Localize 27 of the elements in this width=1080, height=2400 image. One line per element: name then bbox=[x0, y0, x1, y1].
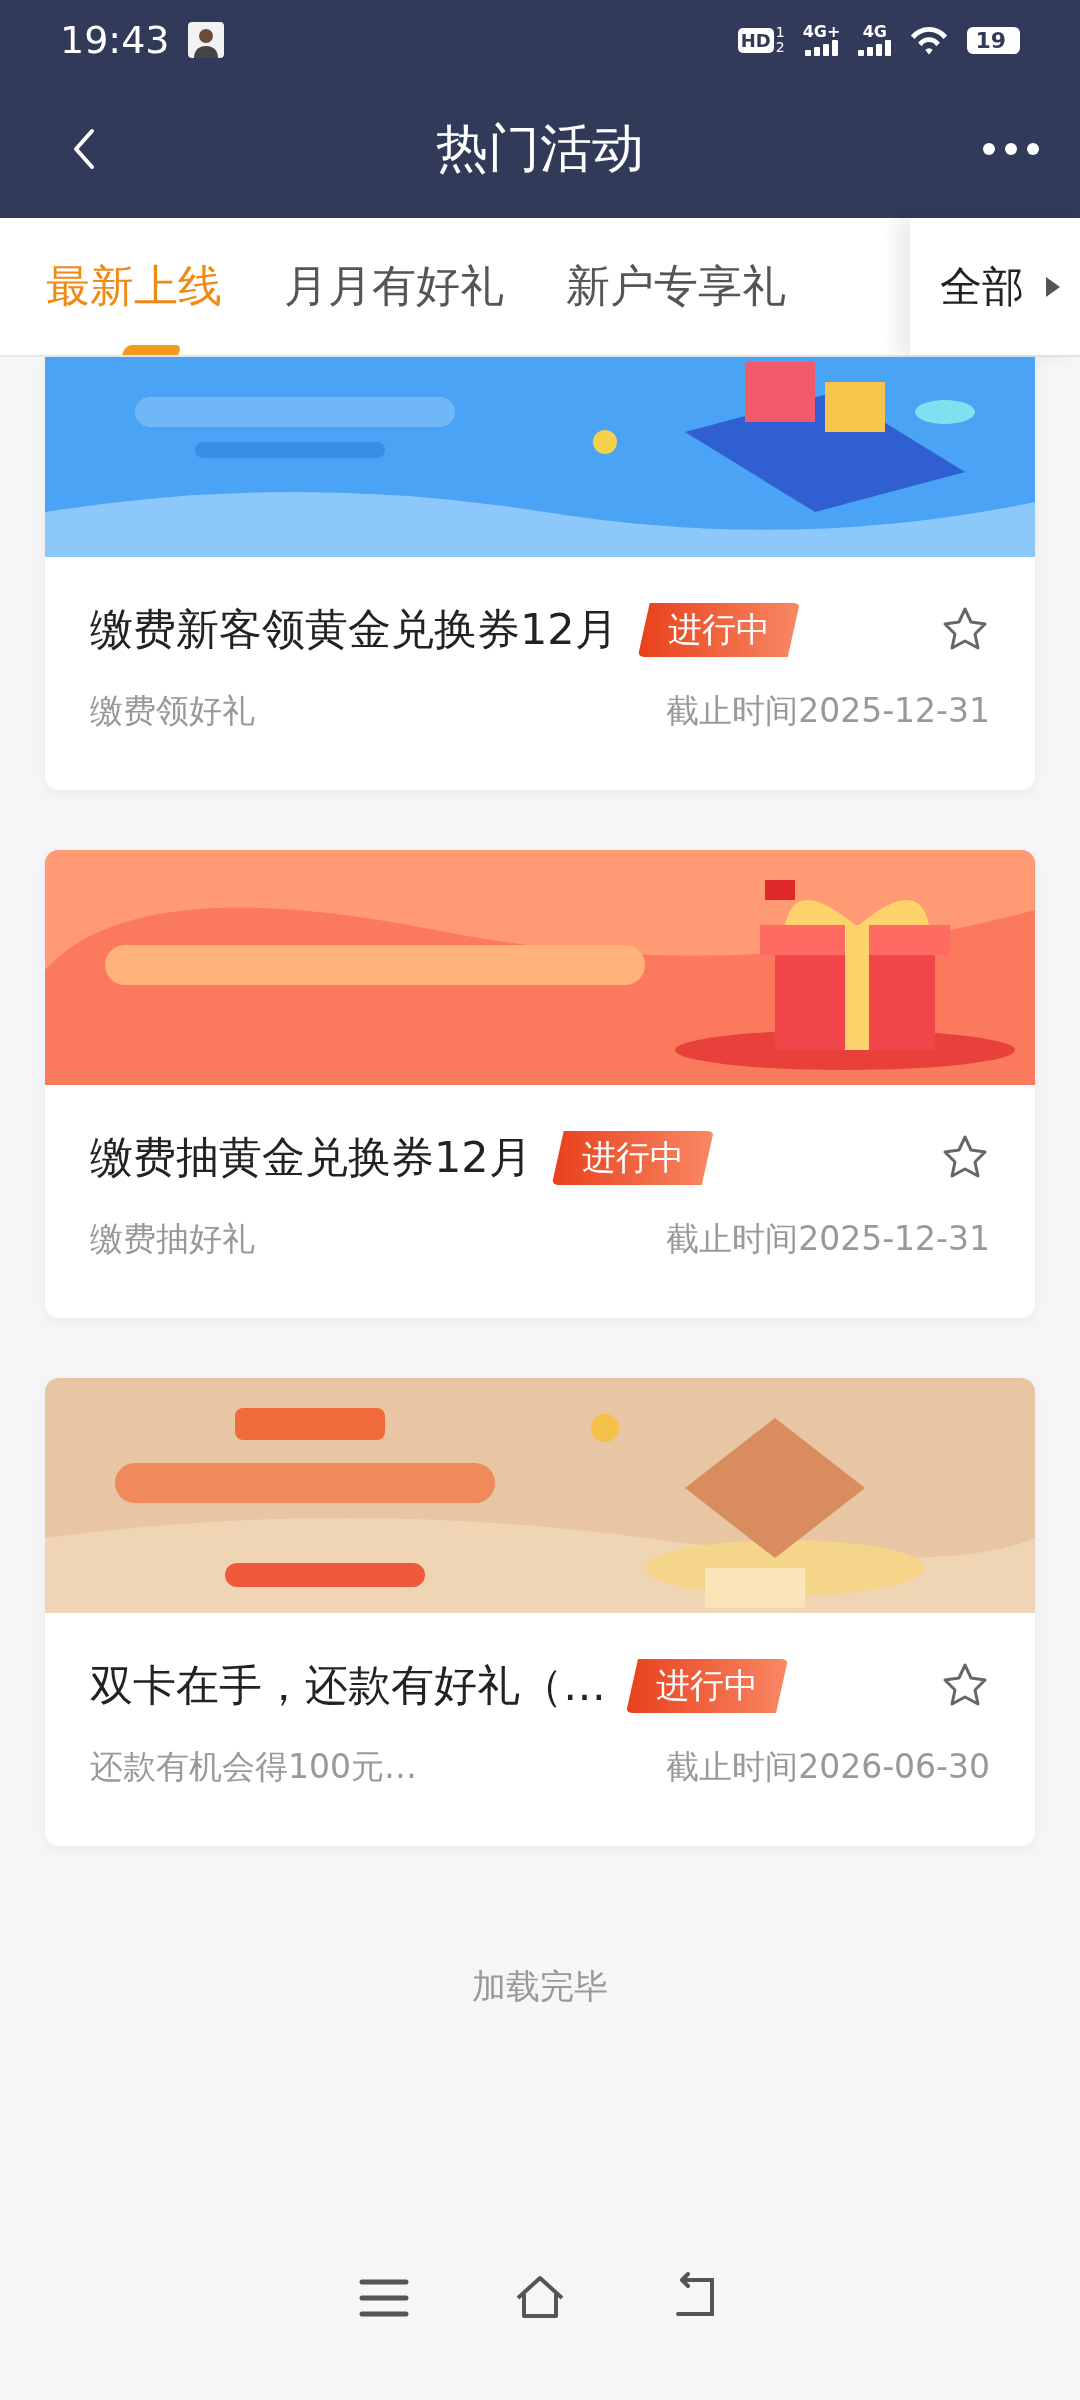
network-label: 4G+ bbox=[802, 24, 841, 40]
all-tab[interactable]: 全部 bbox=[910, 218, 1080, 355]
deadline: 截止时间2025-12-31 bbox=[666, 1218, 990, 1260]
activity-card[interactable]: 缴费抽黄金兑换券12月 进行中 缴费抽好礼 截止时间2025-12-31 bbox=[45, 850, 1035, 1318]
activity-subtitle: 缴费领好礼 bbox=[90, 690, 255, 732]
status-badge: 进行中 bbox=[637, 603, 800, 657]
status-time: 19:43 bbox=[60, 18, 170, 62]
activity-subtitle: 还款有机会得100元… bbox=[90, 1746, 417, 1788]
activity-title: 缴费新客领黄金兑换券12月 bbox=[90, 603, 618, 656]
status-badge: 进行中 bbox=[551, 1131, 714, 1185]
status-badge: 进行中 bbox=[626, 1659, 788, 1713]
network-label: 4G bbox=[862, 24, 887, 40]
activity-card[interactable]: 双卡在手，还款有好礼（… 进行中 还款有机会得100元… 截止时间2026-06-30 bbox=[45, 1378, 1035, 1846]
sim-label: 2 bbox=[775, 40, 785, 55]
battery-icon: 19 bbox=[967, 26, 1020, 54]
sim-label: 1 bbox=[775, 25, 785, 40]
page-title: 热门活动 bbox=[435, 117, 645, 180]
hd-label: HD bbox=[737, 27, 774, 53]
activity-card[interactable]: 缴费新客领黄金兑换券12月 进行中 缴费领好礼 截止时间2025-12-31 bbox=[45, 357, 1035, 790]
category-tab[interactable]: 新户专享礼 bbox=[566, 218, 786, 355]
activity-subtitle: 缴费抽好礼 bbox=[90, 1218, 255, 1260]
category-tab[interactable]: 月月有好礼 bbox=[284, 218, 504, 355]
deadline: 截止时间2025-12-31 bbox=[666, 690, 990, 732]
activity-title: 缴费抽黄金兑换券12月 bbox=[90, 1131, 532, 1184]
activity-title: 双卡在手，还款有好礼（… bbox=[90, 1659, 606, 1712]
deadline: 截止时间2026-06-30 bbox=[666, 1746, 990, 1788]
load-complete-text: 加载完毕 bbox=[471, 1965, 609, 2008]
